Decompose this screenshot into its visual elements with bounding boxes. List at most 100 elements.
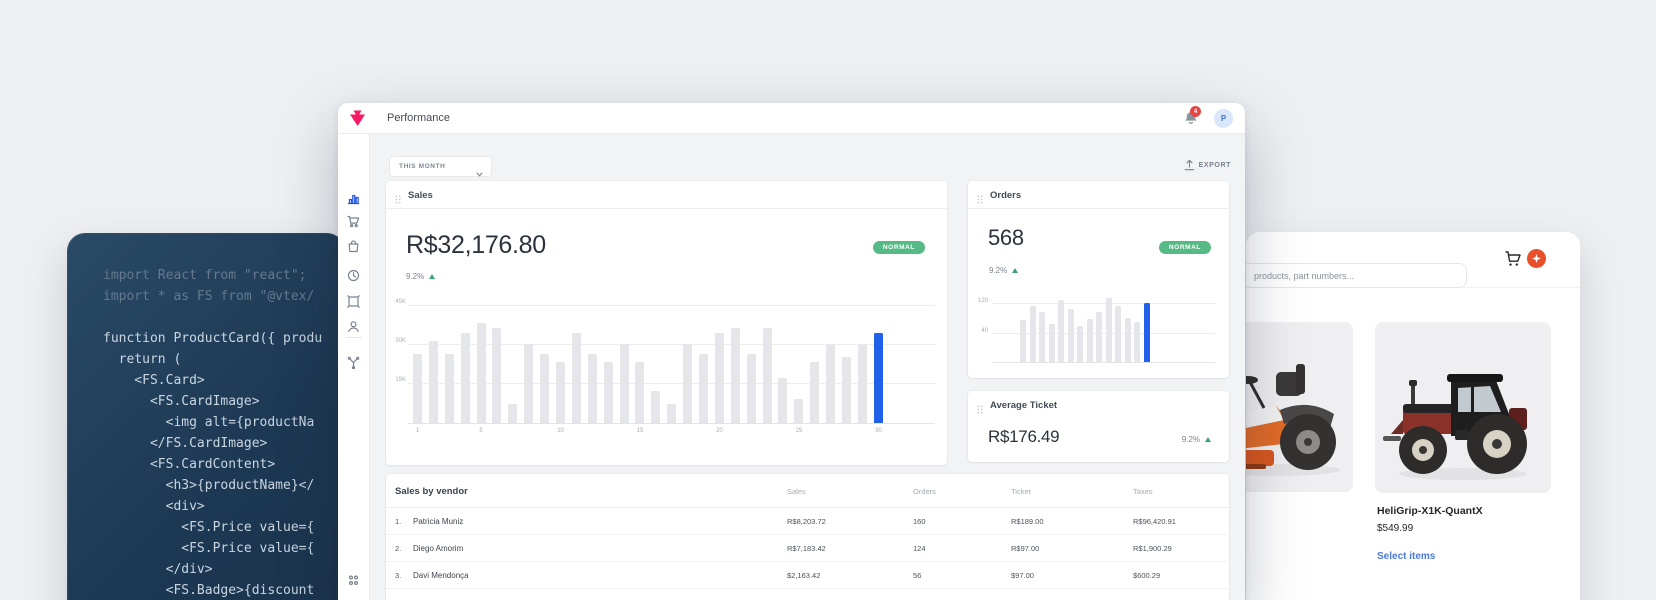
export-icon	[1184, 159, 1195, 171]
chart-bar	[1106, 298, 1112, 362]
product-card-mower[interactable]	[1246, 322, 1353, 492]
dashboard-content: THIS MONTH EXPORT Sales R$	[370, 134, 1245, 600]
chart-bar	[1096, 312, 1102, 362]
chart-bar	[683, 344, 692, 423]
xaxis-tick-label: 30	[875, 428, 882, 434]
trend-up-icon	[1205, 437, 1211, 442]
drag-handle-icon[interactable]	[977, 191, 983, 209]
sidebar-item-apps-grid[interactable]	[347, 574, 361, 588]
sales-card-title: Sales	[408, 190, 433, 201]
table-cell-rank: 1.	[395, 517, 401, 526]
code-line: import * as FS from "@vtex/	[103, 286, 344, 307]
ticket-value: R$176.49	[988, 427, 1059, 447]
sidebar-item-products-bag[interactable]	[347, 240, 361, 254]
period-dropdown[interactable]: THIS MONTH	[390, 157, 491, 176]
cart-badge	[1527, 249, 1546, 268]
sales-status-badge: NORMAL	[873, 241, 925, 254]
drag-handle-icon[interactable]	[395, 191, 401, 209]
chart-bar	[572, 333, 581, 423]
sidebar-item-media-frame[interactable]	[347, 295, 361, 309]
sales-ytick: 30K	[386, 338, 406, 344]
code-line: <FS.Card>	[103, 370, 344, 391]
trend-up-icon	[429, 274, 435, 279]
code-editor-panel: import React from "react";import * as FS…	[67, 233, 345, 600]
sidebar-item-account-user[interactable]	[347, 320, 361, 334]
ticket-delta: 9.2%	[1182, 435, 1211, 444]
code-line: <img alt={productNa	[103, 412, 344, 433]
chevron-down-icon	[476, 164, 483, 182]
sidebar-item-integrations-flow[interactable]	[347, 356, 361, 370]
xaxis-tick-label: 10	[557, 428, 564, 434]
chart-bar	[461, 333, 470, 423]
orders-status-badge: NORMAL	[1159, 241, 1211, 254]
average-ticket-card: Average Ticket R$176.49 9.2%	[968, 391, 1229, 462]
avatar[interactable]: P	[1214, 109, 1233, 128]
code-line	[103, 307, 344, 328]
page-title: Performance	[387, 112, 450, 124]
code-line: <FS.Price value={	[103, 538, 344, 559]
chart-bar	[1068, 309, 1074, 362]
dashboard-header: Performance 4 P	[338, 103, 1245, 134]
sales-xaxis-labels: 151015202530	[413, 428, 883, 438]
orders-ytick: 40	[968, 328, 988, 334]
chart-bar	[667, 404, 676, 423]
chart-bar	[1039, 312, 1045, 362]
sidebar-item-orders-cart[interactable]	[347, 215, 361, 229]
chart-bar	[763, 328, 772, 423]
trend-up-icon	[1012, 268, 1018, 273]
table-title: Sales by vendor	[395, 486, 468, 497]
vtex-logo-icon[interactable]	[349, 110, 366, 126]
chart-bar	[842, 357, 851, 423]
chart-bar	[858, 344, 867, 423]
select-items-link[interactable]: Select items	[1377, 551, 1435, 562]
xaxis-tick-label: 5	[479, 428, 482, 434]
table-cell-taxes: R$96,420.91	[1133, 517, 1176, 526]
chart-bar	[1144, 303, 1150, 362]
table-cell-ticket: R$189.00	[1011, 517, 1044, 526]
table-cell-ticket: $97.00	[1011, 571, 1034, 580]
table-cell-name: Patricia Muniz	[413, 517, 463, 526]
chart-bar	[620, 344, 629, 423]
drag-handle-icon[interactable]	[977, 401, 983, 419]
xaxis-tick-label: 20	[716, 428, 723, 434]
chart-bar	[524, 344, 533, 423]
screenshot-root: import React from "react";import * as FS…	[0, 0, 1656, 600]
product-name: HeliGrip-X1K-QuantX	[1377, 505, 1483, 517]
table-cell-name: Diego Amorim	[413, 544, 463, 553]
column-header-ticket: Ticket	[1011, 487, 1031, 496]
chart-bar	[699, 354, 708, 423]
sidebar-item-history-clock[interactable]	[347, 269, 361, 283]
cart-icon[interactable]	[1504, 250, 1524, 270]
table-cell-rank: 3.	[395, 571, 401, 580]
column-header-sales: Sales	[787, 487, 806, 496]
table-cell-sales: R$7,183.42	[787, 544, 826, 553]
chart-bar	[747, 354, 756, 423]
product-card-tractor[interactable]	[1375, 322, 1551, 493]
table-cell-rank: 2.	[395, 544, 401, 553]
code-line: <FS.CardContent>	[103, 454, 344, 475]
chart-bar	[731, 328, 740, 423]
table-cell-sales: $2,163.42	[787, 571, 820, 580]
chart-bar	[429, 341, 438, 423]
export-button[interactable]: EXPORT	[1184, 159, 1231, 171]
period-dropdown-value: THIS MONTH	[399, 163, 445, 170]
table-cell-ticket: R$97.00	[1011, 544, 1039, 553]
code-line: </div>	[103, 559, 344, 580]
table-row[interactable]: 2.Diego AmorimR$7,183.42124R$97.00R$1,90…	[386, 535, 1229, 562]
table-row[interactable]: 3.Davi Mendonça$2,163.4256$97.00$600.29	[386, 562, 1229, 589]
chart-bar	[477, 323, 486, 423]
table-row[interactable]: 1.Patricia MunizR$8,203.72160R$189.00R$9…	[386, 508, 1229, 535]
column-header-taxes: Taxes	[1133, 487, 1153, 496]
xaxis-tick-label: 1	[416, 428, 419, 434]
sales-chart: 151015202530	[408, 305, 935, 424]
table-header: Sales by vendor Sales Orders Ticket Taxe…	[386, 474, 1229, 508]
orders-value: 568	[988, 225, 1024, 251]
chart-bar	[1058, 300, 1064, 362]
orders-chart	[992, 303, 1215, 363]
table-cell-sales: R$8,203.72	[787, 517, 826, 526]
search-input[interactable]	[1246, 263, 1467, 288]
sidebar-item-analytics[interactable]	[347, 192, 361, 206]
column-header-orders: Orders	[913, 487, 936, 496]
chart-bar	[1087, 319, 1093, 362]
chart-bar	[810, 362, 819, 423]
